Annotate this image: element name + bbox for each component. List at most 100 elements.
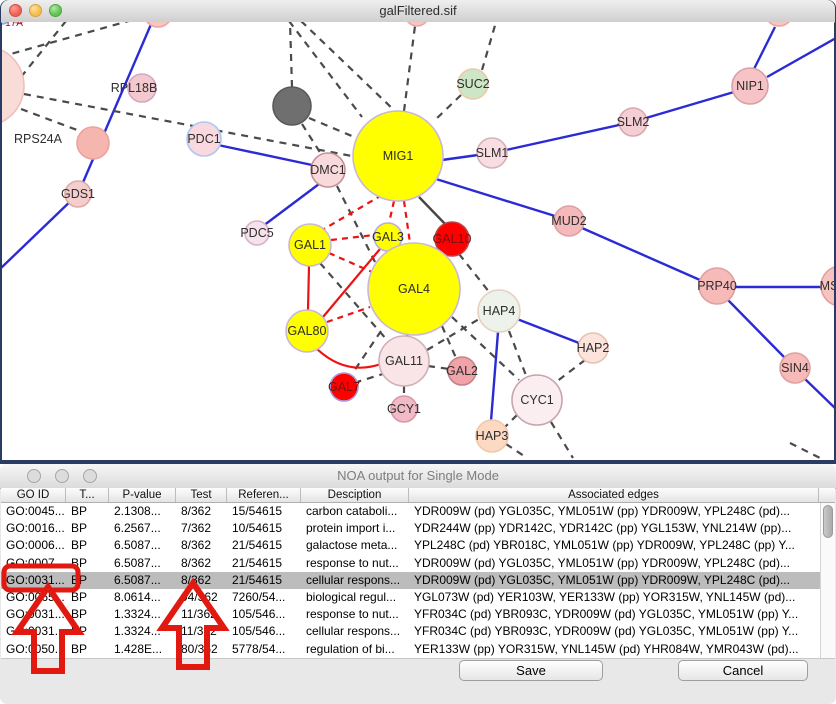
- table-row-3[interactable]: GO:0007...BP6.5087...8/36221/54615respon…: [1, 555, 820, 572]
- cell-r3-c1: BP: [66, 555, 109, 572]
- edge-gray-dash[interactable]: [404, 26, 415, 111]
- node-label-hap2: HAP2: [577, 341, 610, 355]
- noa-window-titlebar[interactable]: NOA output for Single Mode: [0, 464, 836, 489]
- edge-blue[interactable]: [218, 145, 312, 165]
- column-header-referen[interactable]: Referen...: [227, 488, 301, 502]
- edge-blue[interactable]: [2, 194, 78, 269]
- edge-blue[interactable]: [442, 155, 478, 160]
- edge-gray-dash[interactable]: [459, 254, 490, 293]
- edge-blue[interactable]: [582, 228, 700, 280]
- cell-r5-c5: biological regul...: [301, 589, 409, 606]
- edge-gray-dash[interactable]: [442, 326, 456, 358]
- node-label-slm1: SLM1: [476, 146, 509, 160]
- edge-gray-dash[interactable]: [434, 95, 461, 121]
- edge-blue[interactable]: [436, 179, 555, 216]
- edge-gray-dash[interactable]: [551, 422, 573, 458]
- edge-gray-dash[interactable]: [556, 360, 585, 382]
- node-label-prp40: PRP40: [697, 279, 737, 293]
- edge-blue[interactable]: [78, 22, 152, 194]
- save-button[interactable]: Save: [459, 660, 603, 681]
- edge-red-dash[interactable]: [331, 235, 374, 240]
- table-row-4[interactable]: GO:0031...BP6.5087...8/36221/54615cellul…: [1, 572, 820, 589]
- node-big-left[interactable]: [2, 46, 24, 126]
- table-row-2[interactable]: GO:0006...BP6.5087...8/36221/54615galact…: [1, 537, 820, 554]
- edge-red-dash[interactable]: [404, 201, 410, 243]
- edge-gray-dash[interactable]: [309, 118, 359, 139]
- column-header-test[interactable]: Test: [176, 488, 227, 502]
- edge-gray-dash[interactable]: [357, 373, 386, 382]
- network-canvas[interactable]: 17ARPL18BRPS24AGDS1PDC1DMC1MIG1SUC2SLM1S…: [2, 22, 834, 460]
- edge-gray-dash[interactable]: [509, 331, 527, 378]
- cell-r6-c3: 11/362: [176, 606, 227, 623]
- edge-gray-dash[interactable]: [482, 22, 496, 70]
- edge-gray-dash[interactable]: [790, 443, 820, 458]
- node-top-cut-2[interactable]: [405, 22, 429, 26]
- edge-red[interactable]: [317, 349, 381, 368]
- cell-r3-c4: 21/54615: [227, 555, 301, 572]
- cell-r7-c0: GO:0031...: [1, 623, 66, 640]
- cell-r3-c3: 8/362: [176, 555, 227, 572]
- edge-blue[interactable]: [754, 27, 775, 69]
- table-row-1[interactable]: GO:0016...BP6.2567...7/36210/54615protei…: [1, 520, 820, 537]
- network-window-titlebar[interactable]: galFiltered.sif: [1, 0, 835, 23]
- edge-red[interactable]: [308, 266, 309, 310]
- node-top-cut-1[interactable]: [144, 22, 172, 27]
- cell-r1-c4: 10/54615: [227, 520, 301, 537]
- node-label-sin4: SIN4: [781, 361, 809, 375]
- column-header-associated-edges[interactable]: Associated edges: [409, 488, 819, 502]
- network-graph: 17ARPL18BRPS24AGDS1PDC1DMC1MIG1SUC2SLM1S…: [2, 22, 834, 460]
- edge-blue[interactable]: [517, 319, 579, 343]
- cell-r1-c5: protein import i...: [301, 520, 409, 537]
- edge-blue[interactable]: [767, 38, 834, 77]
- cell-r0-c0: GO:0045...: [1, 503, 66, 520]
- edge-gray-dash[interactable]: [302, 124, 321, 154]
- edge-blue[interactable]: [263, 184, 319, 226]
- table-row-8[interactable]: GO:0050...BP1.428E...80/3625778/54...reg…: [1, 641, 820, 658]
- table-row-6[interactable]: GO:0031...BP1.3324...11/362105/546...res…: [1, 606, 820, 623]
- cell-r1-c6: YDR244W (pp) YDR142C, YDR142C (pp) YGL15…: [409, 520, 819, 537]
- edge-gray-dash[interactable]: [506, 444, 527, 458]
- node-rps24a[interactable]: [77, 127, 109, 159]
- cell-r1-c0: GO:0016...: [1, 520, 66, 537]
- scrollbar-thumb[interactable]: [823, 505, 833, 538]
- table-row-0[interactable]: GO:0045...BP2.1308...8/36215/54615carbon…: [1, 503, 820, 520]
- vertical-scrollbar[interactable]: [820, 503, 835, 658]
- column-header-desciption[interactable]: Desciption: [301, 488, 409, 502]
- cell-r7-c3: 11/362: [176, 623, 227, 640]
- node-label-mud2: MUD2: [551, 214, 586, 228]
- cell-r7-c5: cellular respons...: [301, 623, 409, 640]
- column-header-go-id[interactable]: GO ID: [1, 488, 66, 502]
- node-top-cut-3[interactable]: [765, 22, 793, 26]
- edge-gray-dash[interactable]: [21, 109, 77, 130]
- node-label-gal2: GAL2: [446, 364, 478, 378]
- cell-r2-c5: galactose meta...: [301, 537, 409, 554]
- edge-blue[interactable]: [728, 300, 784, 357]
- table-row-5[interactable]: GO:0065...BP8.0614...94/3627260/54...bio…: [1, 589, 820, 606]
- table-row-7[interactable]: GO:0031...BP1.3324...11/362105/546...cel…: [1, 623, 820, 640]
- cell-r3-c6: YDR009W (pd) YGL035C, YML051W (pp) YDR00…: [409, 555, 819, 572]
- cell-r4-c2: 6.5087...: [109, 572, 176, 589]
- node-label-rps24a: RPS24A: [14, 132, 63, 146]
- node-label-hap3: HAP3: [476, 429, 509, 443]
- cell-r2-c6: YPL248C (pd) YBR018C, YML051W (pp) YDR00…: [409, 537, 819, 554]
- cell-r2-c0: GO:0006...: [1, 537, 66, 554]
- edge-blue[interactable]: [491, 332, 498, 421]
- cell-r4-c6: YDR009W (pd) YGL035C, YML051W (pp) YDR00…: [409, 572, 819, 589]
- edge-blue[interactable]: [506, 125, 619, 150]
- edge-gray-dash[interactable]: [2, 22, 143, 57]
- edge-gray-dash[interactable]: [505, 415, 517, 427]
- node-label-gal1: GAL1: [294, 238, 326, 252]
- edge-blue[interactable]: [805, 379, 834, 409]
- edge-blue[interactable]: [646, 92, 734, 118]
- column-header-p-value[interactable]: P-value: [109, 488, 176, 502]
- edge-gray-dash[interactable]: [290, 22, 292, 87]
- cell-r8-c4: 5778/54...: [227, 641, 301, 658]
- column-header-t[interactable]: T...: [66, 488, 109, 502]
- edge-red-dash[interactable]: [389, 201, 394, 223]
- cancel-button[interactable]: Cancel: [678, 660, 808, 681]
- edge-red-dash[interactable]: [329, 253, 372, 272]
- node-gray-node[interactable]: [273, 87, 311, 125]
- cell-r5-c3: 94/362: [176, 589, 227, 606]
- edge-red-dash[interactable]: [324, 195, 382, 229]
- edge-dark[interactable]: [419, 197, 447, 226]
